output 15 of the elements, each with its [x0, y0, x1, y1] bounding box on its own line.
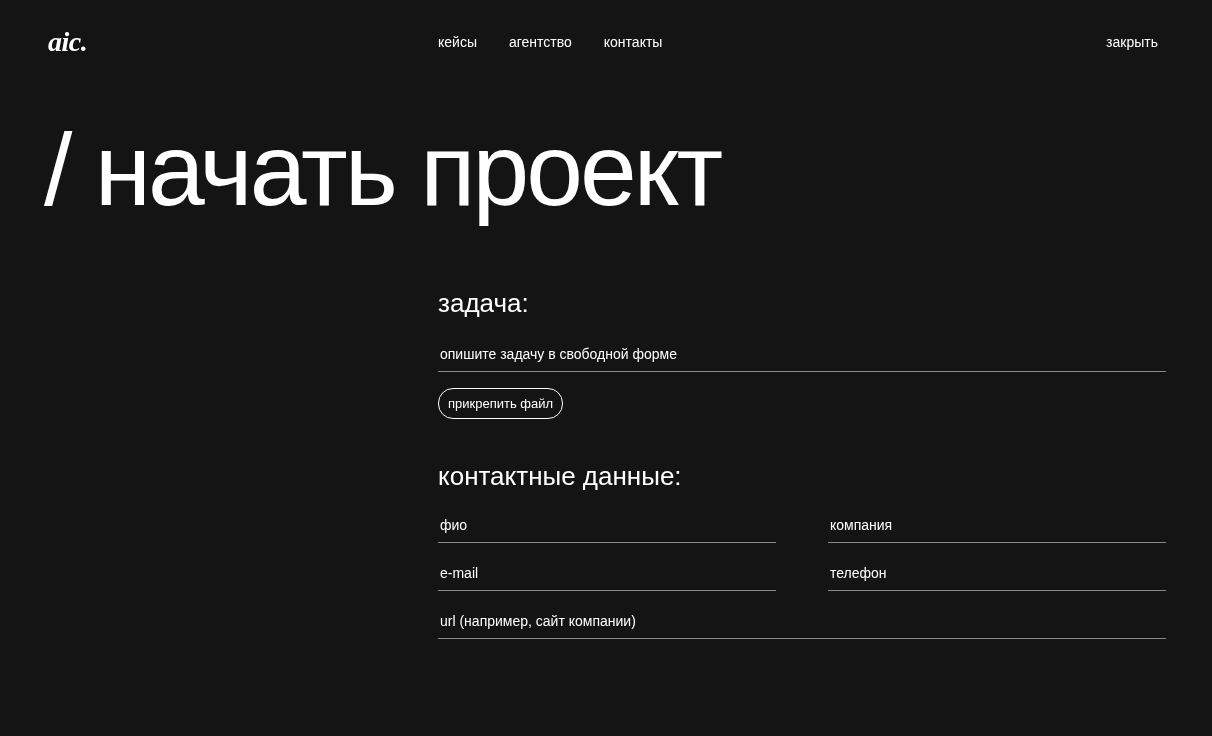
page-title: / начать проект: [44, 112, 722, 229]
section-heading: задача:: [438, 288, 530, 318]
input-field[interactable]: фио: [438, 509, 776, 543]
close-link[interactable]: закрыть: [1106, 34, 1158, 50]
nav-link[interactable]: контакты: [603, 34, 663, 50]
nav-link[interactable]: агентство: [508, 34, 572, 50]
input-field[interactable]: опишите задачу в свободной форме: [438, 338, 1166, 372]
nav-link[interactable]: кейсы: [438, 34, 477, 50]
attach-file-button[interactable]: прикрепить файл: [438, 388, 564, 419]
input-field[interactable]: e-mail: [438, 557, 776, 591]
logo[interactable]: aic.: [48, 26, 438, 58]
input-field[interactable]: компания: [828, 509, 1166, 543]
input-field[interactable]: url (например, сайт компании): [438, 605, 1166, 639]
input-field[interactable]: телефон: [828, 557, 1166, 591]
section-heading: контактные данные:: [438, 461, 683, 491]
